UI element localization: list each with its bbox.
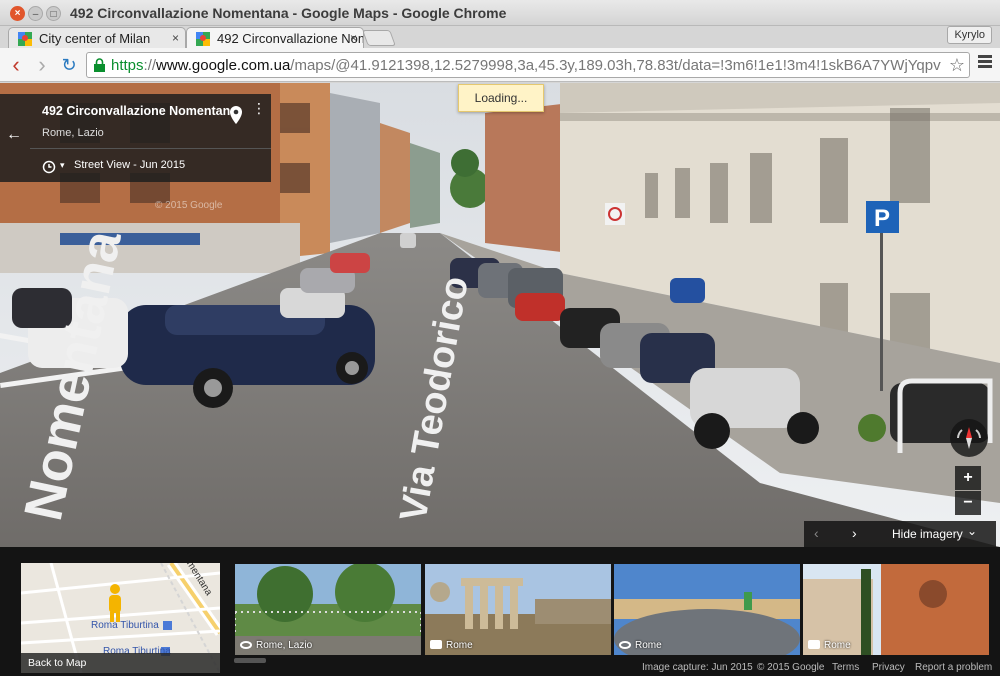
url-separator: :// (143, 57, 157, 74)
camera-icon (808, 640, 820, 649)
zoom-in-button[interactable]: + (955, 466, 981, 490)
copyright-text: © 2015 Google (757, 662, 825, 673)
tab-city-center-milan[interactable]: City center of Milan × (8, 27, 186, 49)
url-scheme: https (111, 57, 144, 74)
imagery-strip: nomentana Roma Tiburtina Roma Tiburtina … (0, 547, 1000, 676)
hide-imagery-chevron-icon[interactable]: ⌄ (967, 524, 977, 538)
back-arrow-icon[interactable]: ← (6, 126, 22, 144)
tab-label: 492 Circonvallazione Nomentana - Google … (217, 31, 363, 46)
pin-icon[interactable] (229, 106, 243, 124)
window-titlebar: × – □ 492 Circonvallazione Nomentana - G… (0, 0, 1000, 26)
thumbnail-caption: Rome, Lazio (240, 640, 312, 651)
tab-circonvallazione-nomentana[interactable]: 492 Circonvallazione Nomentana - Google … (186, 27, 364, 49)
thumbnail-caption: Rome (808, 640, 851, 651)
tab-close-icon[interactable]: × (350, 31, 357, 45)
mini-map[interactable]: nomentana Roma Tiburtina Roma Tiburtina … (21, 563, 220, 673)
street-view-icon (240, 641, 252, 649)
thumbnail-scroll-indicator[interactable] (234, 658, 266, 663)
profile-button[interactable]: Kyrylo (947, 26, 992, 44)
address-bar[interactable]: https://www.google.com.ua/maps/@41.91213… (86, 52, 970, 78)
tab-strip: City center of Milan × 492 Circonvallazi… (0, 26, 1000, 49)
reload-button[interactable]: ↻ (58, 54, 80, 76)
back-button[interactable]: ‹ (5, 54, 27, 76)
imagery-next-icon[interactable]: › (852, 525, 857, 541)
more-options-icon[interactable]: ⋮ (252, 101, 266, 115)
url-text: https://www.google.com.ua/maps/@41.91213… (111, 57, 941, 74)
google-maps-favicon-icon (18, 32, 32, 46)
back-to-map-button[interactable]: Back to Map (21, 653, 220, 673)
parking-sign-label: P (874, 205, 890, 232)
watermark: © 2015 Google (155, 200, 223, 211)
url-host: www.google.com.ua (156, 57, 291, 74)
thumbnail-3[interactable]: Rome (614, 564, 800, 655)
terms-link[interactable]: Terms (832, 662, 859, 673)
place-subtitle: Rome, Lazio (42, 127, 104, 139)
report-problem-link[interactable]: Report a problem (915, 662, 992, 673)
zoom-out-button[interactable]: − (955, 491, 981, 515)
train-station-icon (163, 621, 172, 630)
browser-toolbar: ‹ › ↻ https://www.google.com.ua/maps/@41… (0, 48, 1000, 82)
lock-icon (94, 58, 105, 72)
window-minimize-button[interactable]: – (28, 6, 43, 21)
clock-history-icon[interactable] (42, 160, 56, 174)
new-tab-button[interactable] (362, 30, 396, 46)
location-info-card: ← 492 Circonvallazione Nomentana Rome, L… (0, 94, 271, 182)
window-close-button[interactable]: × (10, 6, 25, 21)
tab-close-icon[interactable]: × (172, 31, 179, 45)
privacy-link[interactable]: Privacy (872, 662, 905, 673)
tab-label: City center of Milan (39, 31, 151, 46)
url-path: /maps/@41.9121398,12.5279998,3a,45.3y,18… (290, 57, 941, 74)
loading-indicator: Loading... (458, 84, 544, 112)
mini-map-station-label: Roma Tiburtina (91, 620, 159, 631)
thumbnail-1[interactable]: Rome, Lazio (235, 564, 421, 655)
street-view-panorama[interactable]: P Nomentana Via Teodorico © 2015 Google … (0, 83, 1000, 547)
window-title: 492 Circonvallazione Nomentana - Google … (70, 5, 507, 21)
street-view-date[interactable]: Street View - Jun 2015 (74, 159, 185, 171)
date-dropdown-caret-icon[interactable]: ▾ (60, 160, 65, 171)
imagery-prev-icon[interactable]: ‹ (814, 525, 819, 541)
card-divider (30, 148, 271, 149)
street-view-icon (619, 641, 631, 649)
hide-imagery-button[interactable]: Hide imagery (892, 527, 963, 541)
camera-icon (430, 640, 442, 649)
thumbnail-caption: Rome (619, 640, 662, 651)
compass-icon[interactable] (950, 419, 988, 457)
place-title: 492 Circonvallazione Nomentana (42, 104, 238, 118)
thumbnail-4[interactable]: Rome (803, 564, 989, 655)
thumbnail-caption: Rome (430, 640, 473, 651)
image-capture-date: Image capture: Jun 2015 (642, 662, 753, 673)
thumbnail-2[interactable]: Rome (425, 564, 611, 655)
forward-button[interactable]: › (31, 54, 53, 76)
chrome-menu-icon[interactable] (978, 55, 992, 69)
window-maximize-button[interactable]: □ (46, 6, 61, 21)
imagery-bar: ‹ › Hide imagery ⌄ (804, 521, 996, 547)
right-mid-building (485, 103, 570, 253)
bookmark-star-icon[interactable]: ☆ (949, 55, 965, 76)
google-maps-favicon-icon (196, 32, 210, 46)
